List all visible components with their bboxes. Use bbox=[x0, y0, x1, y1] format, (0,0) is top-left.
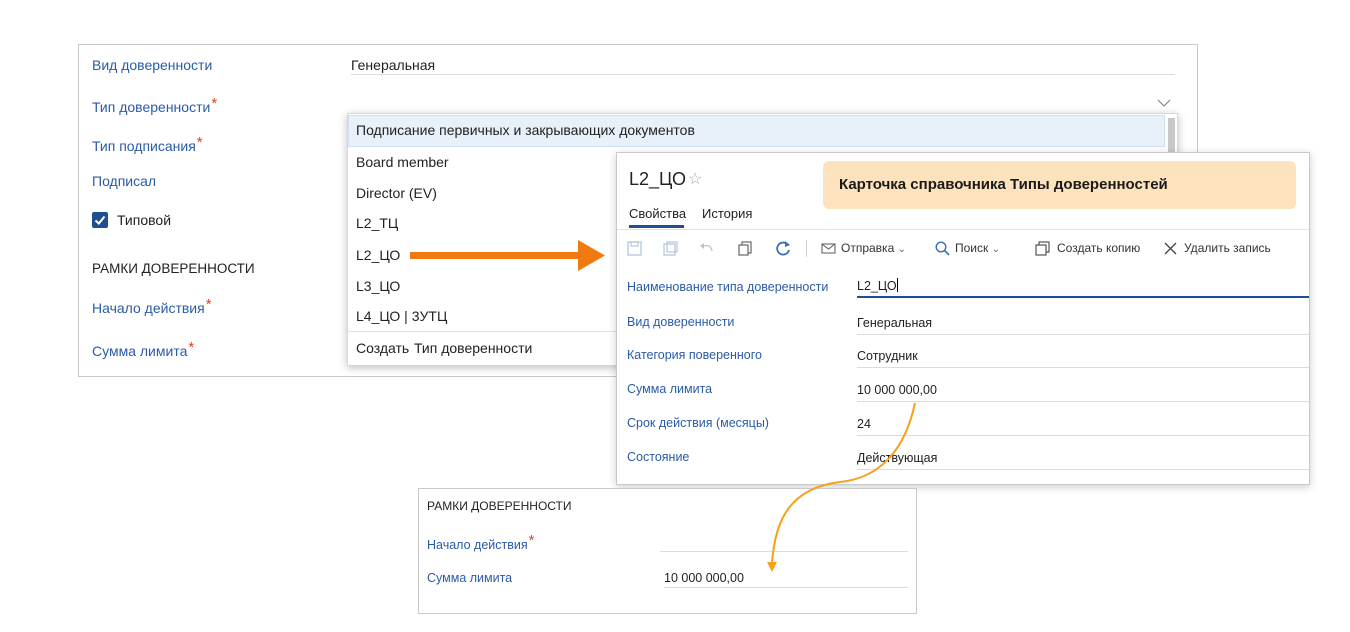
text-cursor bbox=[896, 278, 898, 292]
required-mark: * bbox=[205, 296, 212, 313]
field-value[interactable]: Сотрудник bbox=[857, 349, 1309, 368]
sign-type-label: Тип подписания* bbox=[92, 134, 203, 154]
search-button[interactable]: Поиск ⌄ bbox=[955, 241, 1000, 255]
signed-label: Подписал bbox=[92, 173, 157, 189]
callout-text: Карточка справочника Типы доверенностей bbox=[839, 176, 1168, 193]
tab-history[interactable]: История bbox=[702, 206, 752, 221]
dropdown-option[interactable]: L3_ЦО bbox=[356, 278, 400, 294]
frame-limit-label: Сумма лимита bbox=[427, 571, 513, 585]
chevron-down-icon: ⌄ bbox=[991, 244, 1000, 255]
required-mark: * bbox=[528, 532, 535, 549]
field-value[interactable]: Действующая bbox=[857, 451, 1309, 470]
undo-icon[interactable] bbox=[699, 241, 714, 256]
field-value[interactable]: Генеральная bbox=[857, 316, 1309, 335]
dropdown-option[interactable]: L4_ЦО | 3УТЦ bbox=[356, 308, 447, 324]
kind-value[interactable]: Генеральная bbox=[351, 57, 1175, 75]
frame-start-input[interactable] bbox=[660, 534, 908, 552]
create-type-link[interactable]: Тип доверенности bbox=[414, 340, 532, 356]
sign-type-label-text: Тип подписания bbox=[92, 138, 196, 154]
chevron-down-icon[interactable] bbox=[1157, 99, 1171, 107]
frame-limit-value[interactable]: 10 000 000,00 bbox=[664, 571, 908, 588]
kind-label: Вид доверенности bbox=[92, 57, 213, 73]
section-title: РАМКИ ДОВЕРЕННОСТИ bbox=[92, 261, 255, 276]
start-label: Начало действия* bbox=[92, 296, 212, 316]
frame-start-label-text: Начало действия bbox=[427, 538, 528, 552]
delete-icon bbox=[1164, 242, 1177, 255]
active-tab-indicator bbox=[629, 225, 684, 228]
check-icon bbox=[94, 215, 106, 225]
field-label: Категория поверенного bbox=[627, 348, 762, 362]
card-title: L2_ЦО bbox=[629, 169, 686, 189]
create-copy-icon bbox=[1035, 241, 1050, 256]
type-label-text: Тип доверенности bbox=[92, 99, 211, 115]
field-label: Вид доверенности bbox=[627, 315, 735, 329]
dropdown-option[interactable]: Board member bbox=[356, 154, 449, 170]
field-value[interactable]: 24 bbox=[857, 417, 1309, 436]
chevron-down-icon: ⌄ bbox=[897, 244, 906, 255]
frame-panel: РАМКИ ДОВЕРЕННОСТИ Начало действия* Сумм… bbox=[418, 488, 917, 614]
send-button[interactable]: Отправка ⌄ bbox=[841, 241, 906, 255]
create-prefix: Создать bbox=[356, 340, 410, 356]
field-value: L2_ЦО bbox=[857, 279, 897, 293]
create-copy-button[interactable]: Создать копию bbox=[1057, 241, 1140, 255]
field-value[interactable]: 10 000 000,00 bbox=[857, 383, 1309, 402]
send-icon bbox=[821, 243, 836, 254]
limit-label-text: Сумма лимита bbox=[92, 343, 188, 359]
tab-properties[interactable]: Свойства bbox=[629, 206, 686, 221]
kind-value-text: Генеральная bbox=[351, 57, 436, 73]
field-label: Сумма лимита bbox=[627, 382, 713, 396]
field-label: Состояние bbox=[627, 450, 690, 464]
field-label: Наименование типа доверенности bbox=[627, 280, 829, 294]
frame-start-label: Начало действия* bbox=[427, 532, 534, 552]
card-toolbar: Отправка ⌄ Поиск ⌄ Создать копию Удалить… bbox=[617, 233, 1309, 263]
start-label-text: Начало действия bbox=[92, 300, 205, 316]
save-close-icon[interactable] bbox=[663, 241, 678, 256]
limit-label: Сумма лимита* bbox=[92, 339, 194, 359]
required-mark: * bbox=[188, 339, 195, 356]
type-name-input[interactable]: L2_ЦО bbox=[857, 278, 1309, 298]
dropdown-option[interactable]: L2_ТЦ bbox=[356, 215, 398, 231]
dropdown-option[interactable]: Director (EV) bbox=[356, 185, 437, 201]
callout-badge: Карточка справочника Типы доверенностей bbox=[823, 161, 1296, 209]
type-select[interactable] bbox=[351, 95, 1175, 114]
type-label: Тип доверенности* bbox=[92, 95, 217, 115]
toolbar-separator bbox=[806, 240, 807, 257]
search-icon bbox=[935, 241, 950, 256]
star-icon[interactable]: ☆ bbox=[688, 169, 702, 189]
required-mark: * bbox=[211, 95, 218, 112]
refresh-icon[interactable] bbox=[775, 240, 792, 257]
copy-doc-icon[interactable] bbox=[738, 241, 753, 256]
delete-record-button[interactable]: Удалить запись bbox=[1184, 241, 1271, 255]
frame-section-title: РАМКИ ДОВЕРЕННОСТИ bbox=[427, 499, 572, 513]
required-mark: * bbox=[196, 134, 203, 151]
search-label: Поиск bbox=[955, 241, 989, 255]
dropdown-option[interactable]: L2_ЦО bbox=[356, 247, 400, 263]
send-label: Отправка bbox=[841, 241, 895, 255]
dropdown-option[interactable]: Подписание первичных и закрывающих докум… bbox=[356, 122, 695, 138]
typical-label: Типовой bbox=[117, 212, 172, 228]
field-label: Срок действия (месяцы) bbox=[627, 416, 769, 430]
tabs-divider bbox=[617, 229, 1309, 230]
typical-checkbox[interactable] bbox=[92, 212, 108, 228]
save-icon[interactable] bbox=[627, 241, 642, 256]
